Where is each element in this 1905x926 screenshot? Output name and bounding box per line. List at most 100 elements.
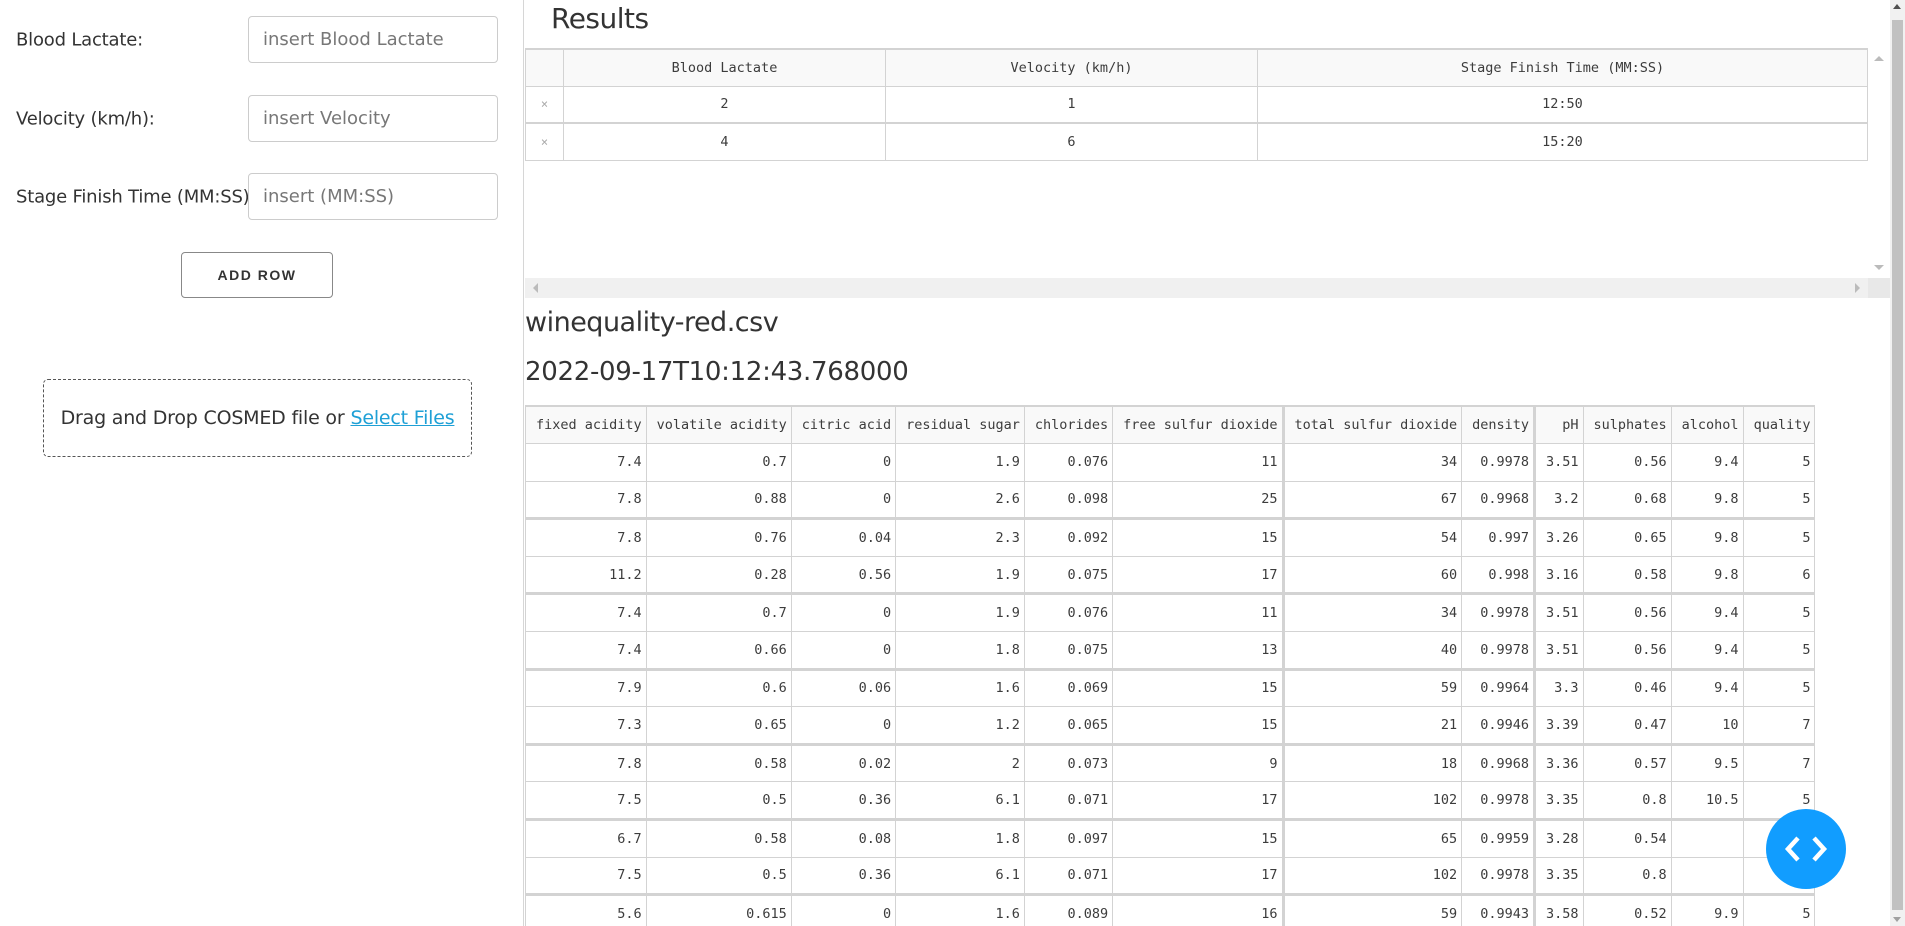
table-cell[interactable]: 5.6 xyxy=(525,893,647,926)
table-cell[interactable]: 0.9964 xyxy=(1461,667,1535,708)
table-cell[interactable]: 21 xyxy=(1281,706,1463,745)
table-cell[interactable]: 0.8 xyxy=(1582,781,1672,821)
table-cell[interactable]: 0.9968 xyxy=(1461,480,1535,520)
table-cell[interactable]: 0.7 xyxy=(645,592,792,633)
table-cell[interactable]: 2.6 xyxy=(895,480,1025,520)
table-cell[interactable]: 0.65 xyxy=(645,706,792,745)
table-cell[interactable]: 1.9 xyxy=(895,443,1025,482)
table-cell[interactable]: 6.1 xyxy=(895,781,1025,821)
table-cell[interactable]: 67 xyxy=(1281,480,1463,520)
table-cell[interactable]: 0.56 xyxy=(790,555,897,595)
page-scroll-thumb[interactable] xyxy=(1892,20,1903,910)
table-cell[interactable]: 6.7 xyxy=(525,818,647,858)
table-cell[interactable]: 0.56 xyxy=(1582,592,1672,633)
table-cell[interactable]: 0.66 xyxy=(645,631,792,670)
table-cell[interactable]: 0.76 xyxy=(645,517,792,557)
scroll-up-icon[interactable] xyxy=(1874,56,1884,61)
table-cell[interactable]: 3.51 xyxy=(1532,443,1584,482)
table-cell[interactable] xyxy=(1670,818,1744,858)
table-cell[interactable]: 0.36 xyxy=(790,781,897,821)
table-cell[interactable]: 13 xyxy=(1112,631,1284,670)
table-cell[interactable]: 7.4 xyxy=(525,631,647,670)
column-header[interactable]: free sulfur dioxide xyxy=(1112,405,1284,445)
table-cell[interactable]: 0.6 xyxy=(645,667,792,708)
table-cell[interactable]: 0.57 xyxy=(1582,742,1672,783)
table-cell[interactable]: 1.8 xyxy=(895,818,1025,858)
table-cell[interactable]: 7.8 xyxy=(525,517,647,557)
table-cell[interactable]: 0.58 xyxy=(645,818,792,858)
table-cell[interactable]: 7.4 xyxy=(525,443,647,482)
results-horizontal-scrollbar[interactable] xyxy=(525,278,1868,298)
table-cell[interactable]: 0.08 xyxy=(790,818,897,858)
table-cell[interactable]: 7 xyxy=(1742,742,1816,783)
table-cell[interactable]: 40 xyxy=(1281,631,1463,670)
column-header[interactable]: volatile acidity xyxy=(645,405,792,445)
table-cell[interactable]: 9 xyxy=(1112,742,1284,783)
delete-row-icon[interactable]: × xyxy=(525,85,564,124)
table-cell[interactable]: 15 xyxy=(1112,517,1284,557)
table-cell[interactable]: 11 xyxy=(1112,443,1284,482)
table-cell[interactable]: 0 xyxy=(790,480,897,520)
velocity-input[interactable] xyxy=(248,95,498,142)
table-cell[interactable]: 0.097 xyxy=(1023,818,1114,858)
table-cell[interactable]: 15:20 xyxy=(1257,122,1868,161)
table-cell[interactable]: 0.9978 xyxy=(1461,443,1535,482)
table-cell[interactable]: 0.88 xyxy=(645,480,792,520)
table-cell[interactable]: 7.5 xyxy=(525,856,647,896)
table-cell[interactable]: 9.8 xyxy=(1670,555,1744,595)
table-cell[interactable]: 10.5 xyxy=(1670,781,1744,821)
column-header[interactable]: alcohol xyxy=(1670,405,1744,445)
table-cell[interactable]: 9.9 xyxy=(1670,893,1744,926)
table-cell[interactable]: 9.8 xyxy=(1670,517,1744,557)
debug-menu-button[interactable] xyxy=(1766,809,1846,889)
table-cell[interactable]: 0.092 xyxy=(1023,517,1114,557)
table-cell[interactable]: 5 xyxy=(1742,443,1816,482)
table-cell[interactable]: 0.9943 xyxy=(1461,893,1535,926)
table-cell[interactable]: 7.8 xyxy=(525,480,647,520)
table-cell[interactable]: 6.1 xyxy=(895,856,1025,896)
delete-row-icon[interactable]: × xyxy=(525,122,564,161)
table-cell[interactable]: 0.58 xyxy=(645,742,792,783)
table-cell[interactable]: 0.5 xyxy=(645,781,792,821)
table-cell[interactable]: 2 xyxy=(563,85,886,124)
table-cell[interactable]: 0.04 xyxy=(790,517,897,557)
page-scroll-down-icon[interactable] xyxy=(1893,917,1901,922)
page-scroll-up-icon[interactable] xyxy=(1893,4,1901,9)
column-header[interactable]: residual sugar xyxy=(895,405,1025,445)
table-cell[interactable]: 59 xyxy=(1281,893,1463,926)
table-cell[interactable]: 3.35 xyxy=(1532,856,1584,896)
table-cell[interactable]: 5 xyxy=(1742,480,1816,520)
table-cell[interactable]: 0 xyxy=(790,592,897,633)
table-cell[interactable] xyxy=(1670,856,1744,896)
table-cell[interactable]: 5 xyxy=(1742,592,1816,633)
table-cell[interactable]: 6 xyxy=(885,122,1258,161)
table-cell[interactable]: 17 xyxy=(1112,856,1284,896)
table-cell[interactable]: 65 xyxy=(1281,818,1463,858)
table-cell[interactable]: 0.7 xyxy=(645,443,792,482)
table-cell[interactable]: 0.075 xyxy=(1023,555,1114,595)
table-cell[interactable]: 0.9946 xyxy=(1461,706,1535,745)
table-cell[interactable]: 11 xyxy=(1112,592,1284,633)
table-cell[interactable]: 0.28 xyxy=(645,555,792,595)
table-cell[interactable]: 4 xyxy=(563,122,886,161)
table-cell[interactable]: 15 xyxy=(1112,706,1284,745)
column-header[interactable]: total sulfur dioxide xyxy=(1281,405,1463,445)
column-header[interactable]: sulphates xyxy=(1582,405,1672,445)
table-cell[interactable]: 0.073 xyxy=(1023,742,1114,783)
table-cell[interactable]: 0.65 xyxy=(1582,517,1672,557)
table-cell[interactable]: 54 xyxy=(1281,517,1463,557)
table-cell[interactable]: 5 xyxy=(1742,893,1816,926)
table-cell[interactable]: 9.5 xyxy=(1670,742,1744,783)
column-header[interactable]: chlorides xyxy=(1023,405,1114,445)
table-cell[interactable]: 3.39 xyxy=(1532,706,1584,745)
table-cell[interactable]: 0.071 xyxy=(1023,781,1114,821)
table-cell[interactable]: 6 xyxy=(1742,555,1816,595)
table-cell[interactable]: 15 xyxy=(1112,667,1284,708)
table-cell[interactable]: 0.071 xyxy=(1023,856,1114,896)
table-cell[interactable]: 2 xyxy=(895,742,1025,783)
table-cell[interactable]: 3.36 xyxy=(1532,742,1584,783)
column-header[interactable]: Blood Lactate xyxy=(563,48,886,87)
table-cell[interactable]: 1.9 xyxy=(895,555,1025,595)
table-cell[interactable]: 18 xyxy=(1281,742,1463,783)
table-cell[interactable]: 7 xyxy=(1742,706,1816,745)
